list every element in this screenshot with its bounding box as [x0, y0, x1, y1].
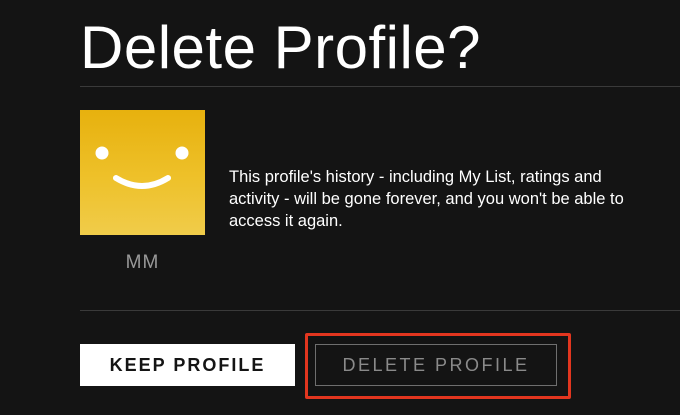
profile-name: MM	[125, 252, 160, 273]
bottom-divider	[80, 310, 680, 311]
delete-warning-message: This profile's history - including My Li…	[229, 168, 624, 230]
page-title: Delete Profile?	[80, 14, 482, 81]
keep-profile-button[interactable]: KEEP PROFILE	[80, 344, 295, 386]
smiley-face-icon	[95, 146, 189, 189]
top-divider	[80, 86, 680, 87]
profile-avatar	[80, 110, 205, 235]
delete-profile-button[interactable]: DELETE PROFILE	[315, 344, 557, 386]
